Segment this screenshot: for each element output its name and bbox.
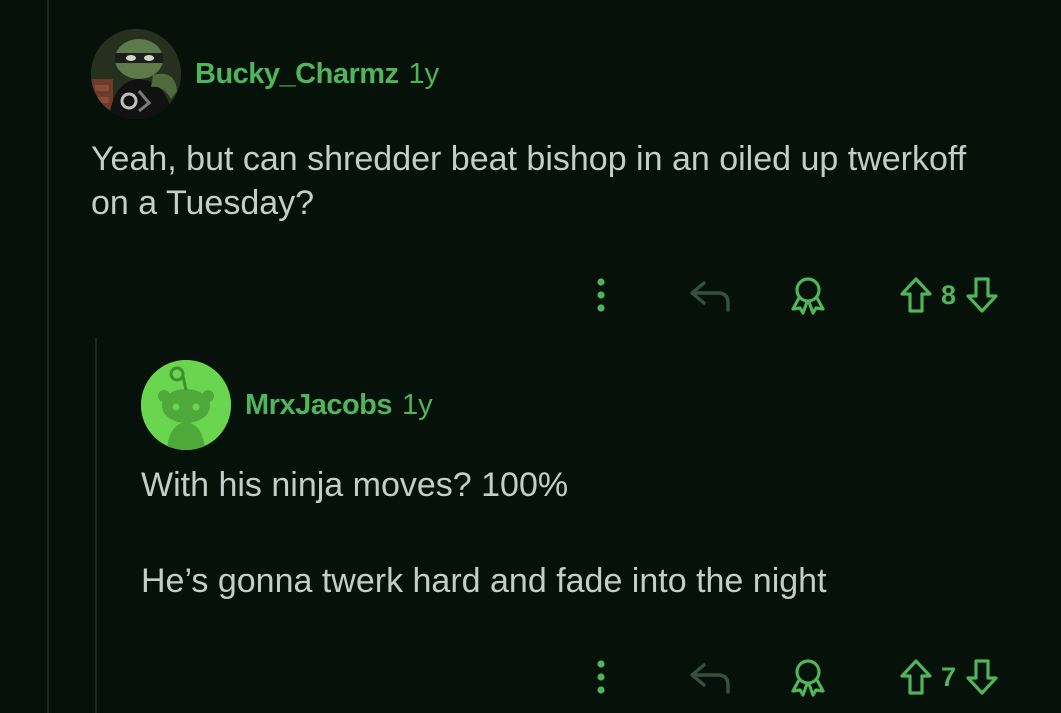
vote-score: 7	[940, 661, 956, 692]
comment-actions: 7	[589, 652, 999, 702]
award-button[interactable]	[783, 657, 833, 697]
comment-age: 1y	[402, 388, 433, 421]
character-avatar-icon	[91, 29, 181, 119]
vote-controls: 8	[899, 276, 999, 314]
more-options-button[interactable]	[589, 659, 613, 695]
downvote-arrow-icon[interactable]	[965, 276, 999, 314]
comment: Bucky_Charmz 1y Yeah, but can shredder b…	[91, 28, 1031, 315]
vote-score: 8	[940, 279, 956, 310]
vote-controls: 7	[899, 658, 999, 696]
username[interactable]: MrxJacobs	[245, 389, 393, 422]
default-snoo-avatar-icon	[141, 360, 231, 450]
more-options-button[interactable]	[589, 277, 613, 313]
avatar[interactable]	[141, 360, 231, 450]
thread-line[interactable]	[47, 0, 49, 713]
reply-thread-line[interactable]	[95, 338, 97, 713]
award-icon	[791, 659, 825, 697]
comment-age: 1y	[408, 57, 440, 90]
username[interactable]: Bucky_Charmz	[195, 58, 399, 91]
comment-body-paragraph: With his ninja moves? 100%	[141, 466, 569, 504]
comment-header: Bucky_Charmz 1y	[91, 28, 1031, 120]
upvote-arrow-icon[interactable]	[899, 658, 933, 696]
comment-body: Yeah, but can shredder beat bishop in an…	[91, 140, 967, 222]
reply-arrow-icon	[690, 663, 730, 694]
comment-actions: 8	[589, 270, 999, 320]
reply-comment: MrxJacobs 1y With his ninja moves? 100% …	[141, 360, 1031, 697]
reply-arrow-icon	[690, 281, 730, 312]
comment-body-paragraph: He’s gonna twerk hard and fade into the …	[141, 562, 827, 600]
more-vertical-icon	[597, 660, 605, 694]
reply-button[interactable]	[685, 277, 735, 313]
downvote-arrow-icon[interactable]	[965, 658, 999, 696]
upvote-arrow-icon[interactable]	[899, 276, 933, 314]
avatar[interactable]	[91, 29, 181, 119]
more-vertical-icon	[597, 278, 605, 312]
award-button[interactable]	[783, 275, 833, 315]
award-icon	[791, 277, 825, 315]
comment-header: MrxJacobs 1y	[141, 360, 1031, 450]
reply-button[interactable]	[685, 659, 735, 695]
